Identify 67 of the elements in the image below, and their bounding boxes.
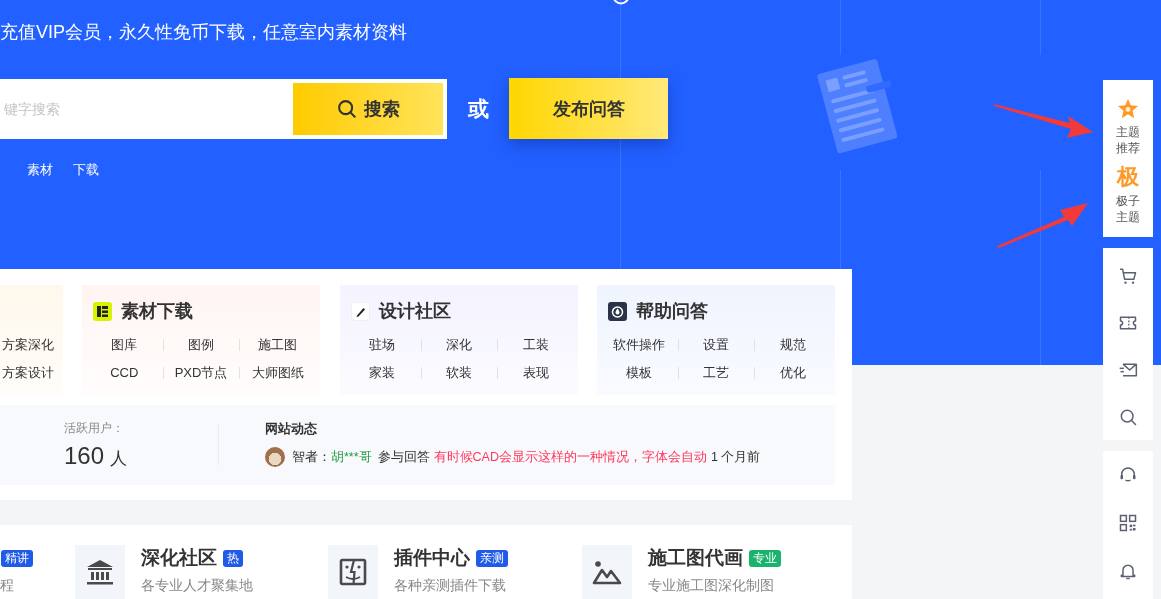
pen-icon: [351, 301, 370, 321]
category-link[interactable]: 图库: [111, 337, 138, 352]
search-button[interactable]: 搜索: [293, 78, 447, 139]
feature-description: 程: [0, 576, 15, 594]
category-link[interactable]: 方案设计: [2, 365, 54, 380]
feature-tile[interactable]: [75, 545, 125, 599]
feature-description: 各专业人才聚集地: [141, 576, 253, 594]
activity-title: 网站动态: [265, 421, 318, 437]
category-link[interactable]: 设置: [703, 337, 729, 352]
headset-icon: [1118, 465, 1138, 485]
bell-icon: [1118, 561, 1138, 581]
sidebar-link[interactable]: 主题推荐: [1115, 98, 1141, 156]
category-link[interactable]: 图例: [188, 337, 214, 352]
sidebar-link[interactable]: 极 极子主题: [1115, 166, 1141, 225]
feature-description: 专业施工图深化制图: [648, 576, 775, 594]
search-icon: [336, 99, 356, 118]
category-link[interactable]: 软件操作: [613, 337, 666, 352]
ring-icon: [611, 0, 631, 5]
category-link[interactable]: 表现: [522, 365, 549, 380]
logo-glyph-icon: 极: [1117, 166, 1139, 188]
category-link[interactable]: 软装: [446, 365, 472, 380]
card-title: 帮助问答: [636, 300, 708, 323]
keyword-link[interactable]: 素材: [27, 161, 53, 179]
category-link[interactable]: 大师图纸: [251, 365, 304, 380]
feature-tile[interactable]: [582, 545, 632, 599]
user-role: 智者：: [292, 449, 331, 466]
bank-icon: [85, 557, 115, 587]
activity-action: 参与回答: [377, 449, 430, 466]
feature-badge: 亲测: [476, 549, 508, 567]
slogan-text: 充值VIP会员，永久性免币下载，任意室内素材资料: [0, 21, 408, 43]
category-link[interactable]: 方案深化: [2, 337, 54, 352]
face-icon: [338, 557, 368, 587]
keyword-link[interactable]: 下载: [73, 161, 99, 179]
feature-badge: 精讲: [1, 549, 33, 567]
card-title: 素材下载: [121, 300, 193, 323]
feature-description: 各种亲测插件下载: [394, 576, 507, 594]
feature-badge: 专业: [749, 549, 781, 567]
user-avatar: [265, 447, 285, 467]
count-unit: 人: [110, 448, 128, 470]
active-users-label: 活跃用户：: [64, 421, 125, 435]
drop-icon: [608, 301, 627, 321]
card-title: 设计社区: [379, 300, 451, 323]
active-users-count: 160: [64, 442, 105, 470]
feature-title[interactable]: 插件中心: [394, 545, 470, 571]
logo-tile-icon: [93, 301, 112, 321]
feature-tile[interactable]: [328, 545, 378, 599]
search-field[interactable]: 键字搜索: [0, 78, 293, 139]
or-label: 或: [468, 95, 489, 122]
category-link[interactable]: 施工图: [258, 337, 298, 352]
feature-badge: 热: [223, 549, 243, 567]
category-link[interactable]: 工装: [522, 337, 549, 352]
qr-code-icon: [1118, 513, 1138, 533]
category-link[interactable]: 深化: [446, 337, 472, 352]
category-link[interactable]: 工艺: [703, 365, 729, 380]
category-link[interactable]: 优化: [779, 365, 806, 380]
user-name-link[interactable]: 胡***哥: [331, 447, 372, 467]
category-link[interactable]: CCD: [110, 365, 139, 380]
ask-question-button[interactable]: 发布问答: [509, 78, 668, 139]
feature-title[interactable]: 施工图代画: [648, 545, 743, 571]
category-link[interactable]: 家装: [369, 365, 396, 380]
category-link[interactable]: PXD节点: [174, 365, 228, 380]
star-icon: [1117, 98, 1139, 119]
feature-title[interactable]: 深化社区: [141, 545, 217, 571]
activity-time: 1 个月前: [711, 449, 761, 466]
category-link[interactable]: 驻场: [369, 337, 396, 352]
category-link[interactable]: 规范: [779, 337, 806, 352]
category-link[interactable]: 模板: [626, 365, 653, 380]
